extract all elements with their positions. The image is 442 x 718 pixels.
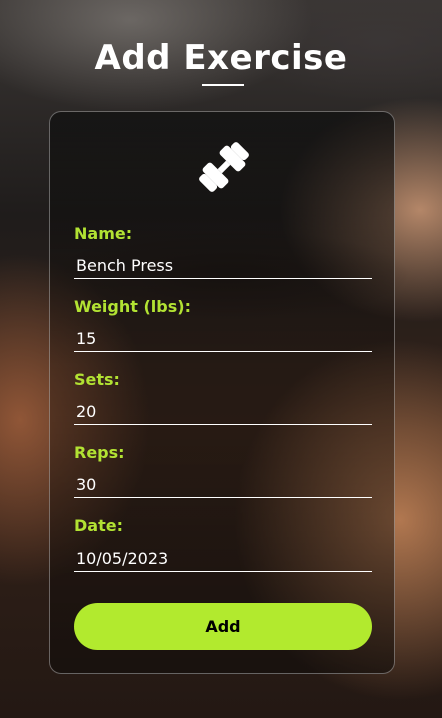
title-underline — [202, 84, 244, 86]
weight-label: Weight (lbs): — [74, 297, 191, 316]
name-label: Name: — [74, 224, 133, 243]
weight-input[interactable] — [74, 326, 372, 352]
add-button[interactable]: Add — [74, 603, 372, 650]
reps-label: Reps: — [74, 443, 125, 462]
date-label: Date: — [74, 516, 123, 535]
date-input[interactable] — [74, 546, 372, 572]
sets-input[interactable] — [74, 399, 372, 425]
name-input[interactable] — [74, 253, 372, 279]
sets-label: Sets: — [74, 370, 120, 389]
page-title: Add Exercise — [94, 38, 348, 78]
reps-input[interactable] — [74, 472, 372, 498]
dumbbell-icon — [193, 136, 255, 198]
